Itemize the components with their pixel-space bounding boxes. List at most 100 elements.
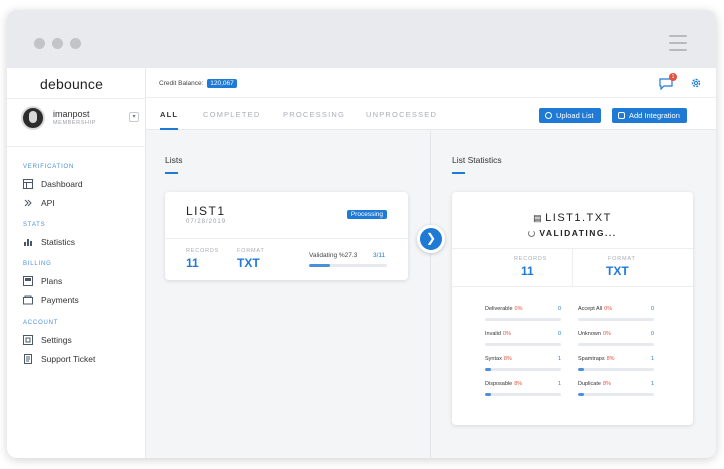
chevron-down-icon[interactable]: ▾	[129, 112, 139, 122]
stat-label: Spamtraps	[578, 356, 605, 362]
divider	[572, 248, 573, 286]
list-card[interactable]: LIST1 07/28/2019 Processing RECORDS 11 F…	[165, 192, 408, 280]
stat-label: Invalid	[485, 331, 501, 337]
chevron-right-icon[interactable]: ❯	[417, 225, 445, 253]
stat-name: Duplicate 8%	[578, 381, 611, 387]
stat-bar	[578, 343, 654, 346]
sidebar-item-label: Statistics	[41, 237, 76, 247]
menu-icon[interactable]	[669, 35, 687, 56]
credit-value: 120,067	[207, 79, 237, 88]
user-profile[interactable]: imanpost MEMBERSHIP ▾	[21, 106, 139, 134]
window-dot-minimize[interactable]	[52, 38, 63, 49]
window-dot-maximize[interactable]	[70, 38, 81, 49]
spinner-icon	[528, 230, 536, 237]
sidebar-item-label: Dashboard	[41, 179, 83, 189]
app-logo[interactable]: debounce	[40, 76, 103, 92]
file-icon: ▤	[533, 213, 544, 223]
stat-count: 0	[650, 331, 654, 337]
tab-processing[interactable]: PROCESSING	[283, 110, 345, 119]
add-integration-label: Add Integration	[629, 111, 680, 120]
stat-percent: 0%	[604, 306, 613, 312]
stat-count: 1	[650, 356, 654, 362]
stat-percent: 0%	[602, 331, 611, 337]
sidebar-item-dashboard[interactable]: Dashboard	[23, 178, 138, 192]
stat-percent: 8%	[514, 381, 523, 387]
topbar: Credit Balance: 120,067 1	[146, 68, 716, 98]
stats-file-label: LIST1.TXT	[545, 212, 612, 224]
upload-list-button[interactable]: Upload List	[539, 108, 601, 123]
add-integration-button[interactable]: Add Integration	[612, 108, 687, 123]
lists-title: Lists	[165, 155, 183, 165]
stat-bar-fill	[578, 393, 585, 396]
avatar	[21, 106, 45, 130]
dashboard-icon	[23, 179, 33, 189]
sidebar-item-label: Support Ticket	[41, 354, 96, 364]
payments-icon	[23, 295, 33, 305]
list-date: 07/28/2019	[186, 219, 227, 225]
tab-unprocessed[interactable]: UNPROCESSED	[366, 110, 437, 119]
divider	[7, 146, 146, 147]
tab-completed[interactable]: COMPLETED	[203, 110, 260, 119]
stat-count: 1	[557, 381, 561, 387]
sidebar-item-support-ticket[interactable]: Support Ticket	[23, 353, 138, 367]
user-role: MEMBERSHIP	[53, 120, 96, 126]
stat-bar	[485, 318, 561, 321]
active-tab-indicator	[160, 128, 178, 130]
sidebar: debounce imanpost MEMBERSHIP ▾ VERIFICAT…	[7, 68, 146, 458]
sidebar-item-payments[interactable]: Payments	[23, 294, 138, 308]
stat-name: Spamtraps 8%	[578, 356, 615, 362]
stat-label: Accept All	[578, 306, 603, 312]
stat-label: Disposable	[485, 381, 513, 387]
notification-button[interactable]: 1	[659, 73, 677, 91]
stat-bar	[485, 368, 561, 371]
sidebar-item-statistics[interactable]: Statistics	[23, 236, 138, 250]
stats-status: VALIDATING...	[452, 228, 693, 238]
window-dot-close[interactable]	[34, 38, 45, 49]
stat-count: 0	[557, 331, 561, 337]
stat-name: Unknown 0%	[578, 331, 611, 337]
stat-count: 0	[650, 306, 654, 312]
credit-balance: Credit Balance: 120,067	[159, 79, 237, 88]
stat-label: Deliverable	[485, 306, 513, 312]
app-window: debounce imanpost MEMBERSHIP ▾ VERIFICAT…	[7, 10, 716, 458]
stat-count: 1	[650, 381, 654, 387]
stat-label: Unknown	[578, 331, 601, 337]
records-label: RECORDS	[514, 256, 548, 262]
stat-name: Deliverable 0%	[485, 306, 522, 312]
sidebar-item-plans[interactable]: Plans	[23, 275, 138, 289]
stat-bar	[578, 393, 654, 396]
sidebar-item-label: API	[41, 198, 55, 208]
sidebar-item-api[interactable]: API	[23, 197, 138, 211]
stats-title: List Statistics	[452, 155, 502, 165]
list-name: LIST1	[186, 204, 226, 218]
stat-percent: 0%	[514, 306, 523, 312]
records-value: 11	[521, 264, 534, 278]
support-ticket-icon	[24, 354, 32, 364]
stat-name: Disposable 8%	[485, 381, 522, 387]
sidebar-item-settings[interactable]: Settings	[23, 334, 138, 348]
status-badge: Processing	[346, 210, 387, 219]
records-value: 11	[186, 256, 199, 270]
stats-title-underline	[452, 172, 465, 174]
stat-count: 0	[557, 306, 561, 312]
stat-label: Syntax	[485, 356, 502, 362]
upload-list-label: Upload List	[556, 111, 594, 120]
credit-label: Credit Balance:	[159, 80, 204, 87]
stat-bar	[578, 368, 654, 371]
section-verification: VERIFICATION	[23, 164, 75, 170]
stat-bar-fill	[578, 368, 585, 371]
divider	[165, 238, 408, 239]
window-chrome	[7, 10, 716, 68]
stat-percent: 8%	[606, 356, 615, 362]
gear-icon[interactable]	[690, 77, 702, 89]
records-label: RECORDS	[186, 248, 220, 254]
lists-title-underline	[165, 172, 178, 174]
stat-bar	[578, 318, 654, 321]
tab-all[interactable]: ALL	[160, 110, 178, 119]
format-value: TXT	[606, 264, 629, 278]
format-label: FORMAT	[237, 248, 265, 254]
link-icon	[618, 112, 625, 119]
divider	[452, 286, 693, 287]
stat-name: Syntax 8%	[485, 356, 512, 362]
stats-file-name: ▤ LIST1.TXT	[452, 212, 693, 224]
